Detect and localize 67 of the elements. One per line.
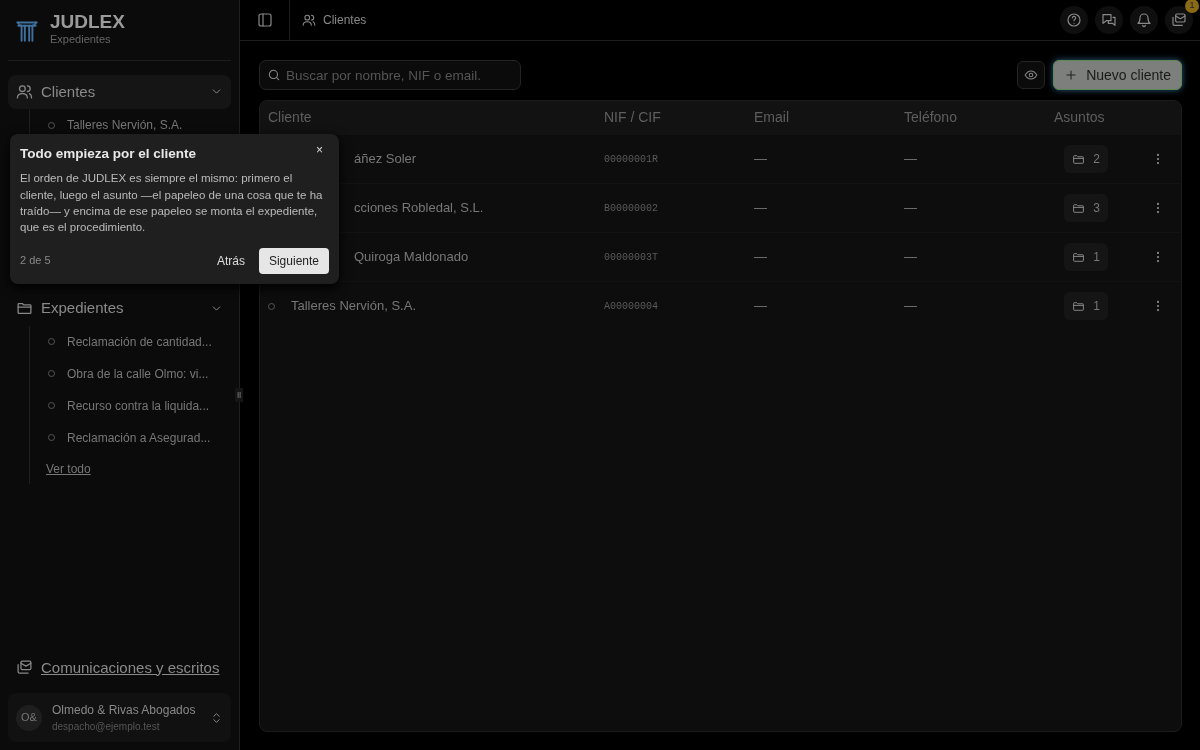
email-cell-text: — — [754, 297, 767, 316]
chat-button[interactable] — [1095, 6, 1123, 34]
phone-cell-text: — — [904, 297, 917, 316]
new-client-button[interactable]: Nuevo cliente — [1053, 60, 1182, 90]
bell-icon — [1136, 12, 1152, 28]
visibility-button[interactable] — [1017, 61, 1046, 89]
email-cell-text: — — [754, 199, 767, 218]
matters-count[interactable]: 2 — [1064, 145, 1108, 173]
help-icon — [1066, 12, 1082, 28]
sidebar-item[interactable]: Obra de la calle Olmo: vi... — [40, 357, 231, 390]
see-all-link[interactable]: Ver todo — [40, 453, 97, 484]
column-header: Asuntos — [1046, 101, 1116, 134]
notification-badge: 1 — [1185, 0, 1199, 13]
mail-stack-icon — [1171, 12, 1187, 28]
plus-icon — [1064, 68, 1079, 82]
account-name: Olmedo & Rivas Abogados — [52, 702, 197, 719]
tax-id: A00000004 — [604, 299, 658, 314]
account-switcher[interactable]: O& Olmedo & Rivas Abogados despacho@ejemplo.test — [8, 693, 231, 742]
client-name[interactable]: Talleres Nervión, S.A. — [291, 296, 416, 316]
popover-title: Todo empieza por el cliente — [20, 145, 197, 163]
folder-icon — [1072, 299, 1086, 313]
matters-count[interactable]: 1 — [1064, 243, 1108, 271]
back-button[interactable]: Atrás — [210, 250, 251, 271]
bell-button[interactable] — [1130, 6, 1158, 34]
section-header[interactable]: Expedientes — [8, 291, 231, 326]
users-icon — [16, 83, 33, 101]
mail-stack-icon — [16, 659, 33, 677]
sidebar-item[interactable]: Reclamación de cantidad... — [40, 325, 231, 358]
column-header: NIF / CIF — [596, 101, 746, 134]
folder-icon — [1072, 201, 1086, 215]
sidebar-item[interactable]: Recurso contra la liquida... — [40, 389, 231, 422]
close-button[interactable]: × — [310, 144, 329, 156]
phone-cell-text: — — [904, 199, 917, 218]
column-header: Cliente — [260, 101, 596, 134]
account-email: despacho@ejemplo.test — [52, 720, 161, 734]
email-cell-text: — — [754, 248, 767, 267]
email-cell-text: — — [754, 150, 767, 169]
step-counter: 2 de 5 — [20, 253, 51, 269]
phone-cell-text: — — [904, 248, 917, 267]
help-button[interactable] — [1060, 6, 1088, 34]
avatar-initials: O& — [16, 704, 42, 731]
tax-id: 00000003T — [604, 250, 658, 265]
folder-icon — [1072, 152, 1086, 166]
mail-stack-button[interactable] — [1165, 6, 1193, 34]
popover-text: El orden de JUDLEX es siempre el mismo: primero el cliente, luego el asunto —el papeleo de una cosa que te ha traído— y encima de ese papeleo se monta el expediente, que es el procedimiento. — [20, 171, 324, 236]
brand-subtitle: Expedientes — [50, 32, 112, 47]
sidebar-toggle-icon[interactable] — [256, 12, 273, 28]
column-header: Teléfono — [896, 101, 1046, 134]
phone-cell-text: — — [904, 150, 917, 169]
users-icon — [302, 13, 316, 27]
folder-icon — [1072, 250, 1086, 264]
matters-count[interactable]: 3 — [1064, 194, 1108, 222]
section-header[interactable]: Clientes — [8, 74, 231, 109]
grip-handle-icon[interactable] — [235, 388, 243, 402]
column-header: Email — [746, 101, 896, 134]
sidebar-item[interactable]: Talleres Nervión, S.A. — [40, 109, 231, 141]
chat-icon — [1101, 12, 1117, 28]
next-button[interactable]: Siguiente — [258, 247, 329, 274]
tax-id: B00000002 — [604, 201, 658, 216]
tax-id: 00000001R — [604, 152, 658, 167]
brand-name: JUDLEX — [50, 12, 125, 31]
matters-count[interactable]: 1 — [1064, 292, 1108, 320]
sidebar-item[interactable]: Reclamación a Asegurad... — [40, 421, 231, 454]
eye-icon — [1024, 68, 1039, 82]
breadcrumb-title: Clientes — [323, 12, 367, 29]
communications-link[interactable]: Comunicaciones y escritos — [8, 650, 231, 685]
search-field[interactable]: Buscar por nombre, NIF o email. — [259, 60, 521, 90]
